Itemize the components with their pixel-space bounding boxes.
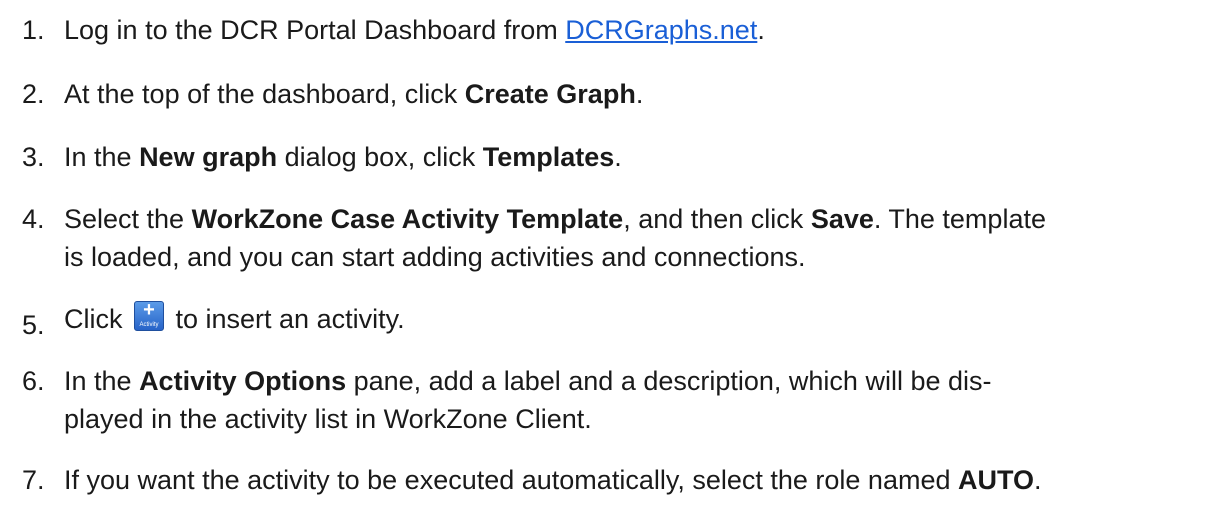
step-number: 4. bbox=[22, 204, 45, 234]
step-text: In the New graph dialog box, click Templ… bbox=[64, 138, 1204, 176]
step-number: 2. bbox=[22, 79, 45, 109]
step-text-part: . bbox=[757, 15, 765, 45]
step-text-part: is loaded, and you can start adding acti… bbox=[64, 242, 806, 272]
step-text-part: . bbox=[635, 79, 644, 109]
step-text-part: played in the activity list in WorkZone … bbox=[64, 404, 592, 434]
step-text: Select the WorkZone Case Activity Templa… bbox=[64, 200, 1204, 276]
step-text-part: pane, add a label and a description, whi… bbox=[346, 366, 992, 396]
step-text-part: dialog box, click bbox=[277, 142, 483, 172]
step-text-part: Log in to the DCR Portal Dashboard from bbox=[64, 15, 566, 45]
step-text: In the Activity Options pane, add a labe… bbox=[64, 362, 1204, 438]
step-text: Log in to the DCR Portal Dashboard from … bbox=[64, 11, 1204, 49]
step-text: At the top of the dashboard, click Creat… bbox=[64, 75, 1204, 113]
step-number: 5. bbox=[22, 310, 45, 340]
step-text-part: to insert an activity. bbox=[168, 304, 405, 334]
step-text-part: , and then click bbox=[623, 204, 811, 234]
new-graph-term: New graph bbox=[139, 142, 278, 172]
step-number: 1. bbox=[22, 15, 45, 45]
step-text: Click + Activity to insert an activity. bbox=[64, 299, 1204, 338]
step-number: 3. bbox=[22, 142, 45, 172]
step-text: If you want the activity to be executed … bbox=[64, 461, 1204, 499]
step-text-part: Click bbox=[64, 304, 130, 334]
step-number: 7. bbox=[22, 465, 45, 495]
create-graph-term: Create Graph bbox=[464, 79, 636, 109]
plus-glyph: + bbox=[143, 299, 155, 321]
step-text-part: In the bbox=[64, 366, 140, 396]
step-number: 6. bbox=[22, 366, 45, 396]
template-name-term: WorkZone Case Activity Template bbox=[191, 204, 624, 234]
step-text-part: . The template bbox=[873, 204, 1046, 234]
save-term: Save bbox=[810, 204, 874, 234]
step-text-part: . bbox=[614, 142, 622, 172]
step-text-part: Select the bbox=[64, 204, 192, 234]
step-text-part: . bbox=[1034, 465, 1042, 495]
auto-role-term: AUTO bbox=[957, 465, 1034, 495]
step-text-part: If you want the activity to be executed … bbox=[64, 465, 958, 495]
icon-caption: Activity bbox=[139, 322, 159, 328]
dcrgraphs-link[interactable]: DCRGraphs.net bbox=[565, 15, 757, 45]
add-activity-icon: + Activity bbox=[134, 299, 164, 331]
step-text-part: At the top of the dashboard, click bbox=[64, 79, 465, 109]
activity-options-term: Activity Options bbox=[139, 366, 347, 396]
step-text-part: In the bbox=[64, 142, 140, 172]
templates-term: Templates bbox=[482, 142, 615, 172]
